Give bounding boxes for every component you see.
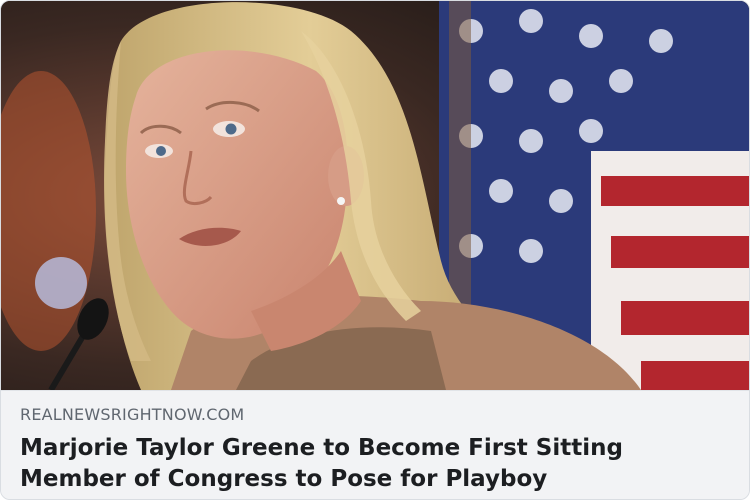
- earring: [337, 197, 345, 205]
- headline[interactable]: Marjorie Taylor Greene to Become First S…: [20, 433, 730, 495]
- headline-line-2: Member of Congress to Pose for Playboy: [20, 466, 548, 492]
- headline-line-1: Marjorie Taylor Greene to Become First S…: [20, 435, 623, 461]
- preview-meta[interactable]: REALNEWSRIGHTNOW.COM Marjorie Taylor Gre…: [1, 390, 749, 499]
- link-preview-card[interactable]: REALNEWSRIGHTNOW.COM Marjorie Taylor Gre…: [0, 0, 750, 500]
- source-domain: REALNEWSRIGHTNOW.COM: [20, 405, 245, 424]
- preview-image[interactable]: [1, 1, 749, 390]
- blurred-light-dot: [35, 257, 87, 309]
- news-photo: [1, 1, 749, 390]
